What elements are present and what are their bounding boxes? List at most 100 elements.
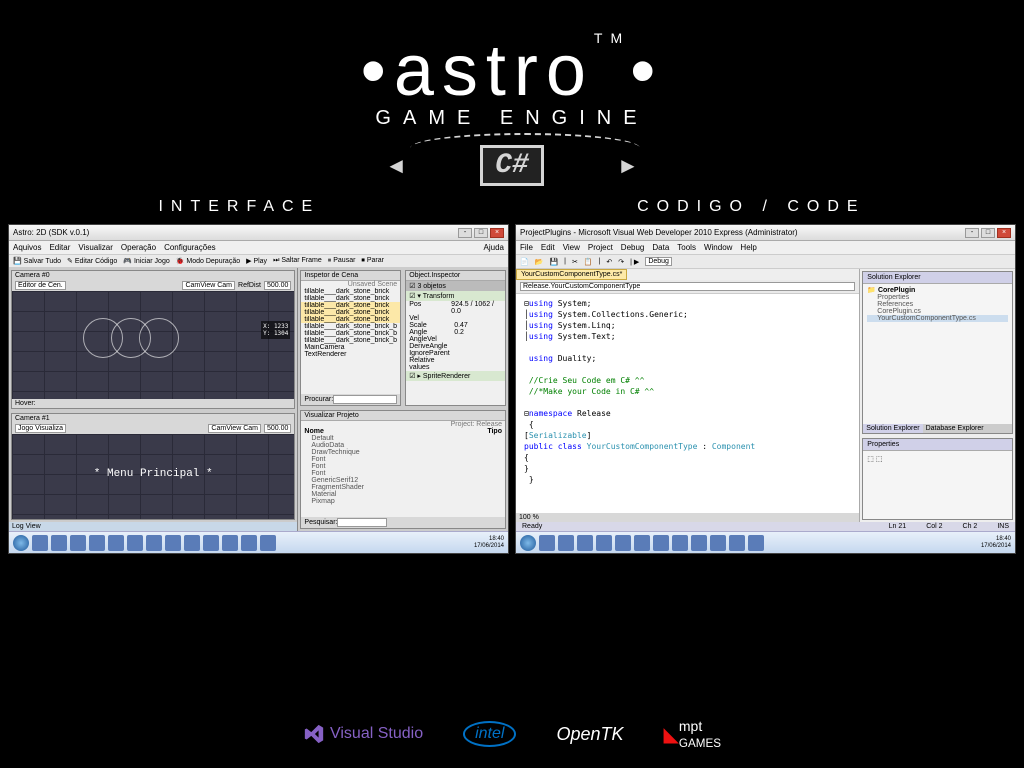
taskbar-clock[interactable]: 18:4017/06/2014 xyxy=(981,536,1011,550)
menu-help[interactable]: Help xyxy=(740,243,756,252)
insp-row[interactable]: Scale0.47 xyxy=(406,322,505,329)
taskbar-app-icon[interactable] xyxy=(51,535,67,551)
menu-edit[interactable]: Edit xyxy=(541,243,555,252)
taskbar-app-icon[interactable] xyxy=(203,535,219,551)
zoom-level[interactable]: 100 % xyxy=(519,514,539,521)
tree-item[interactable]: Material xyxy=(301,491,505,498)
menu-editar[interactable]: Editar xyxy=(49,243,70,252)
taskbar-app-icon[interactable] xyxy=(222,535,238,551)
tree-item[interactable]: DrawTechnique xyxy=(301,449,505,456)
tree-item[interactable]: Pixmap xyxy=(301,498,505,505)
taskbar-app-icon[interactable] xyxy=(558,535,574,551)
taskbar-app-icon[interactable] xyxy=(108,535,124,551)
menu-debug[interactable]: Debug xyxy=(621,243,645,252)
taskbar-app-icon[interactable] xyxy=(89,535,105,551)
insp-row[interactable]: Vel xyxy=(406,315,505,322)
maximize-button[interactable]: □ xyxy=(474,228,488,238)
scene-item[interactable]: TextRenderer xyxy=(301,351,400,358)
menu-tools[interactable]: Tools xyxy=(677,243,696,252)
close-button[interactable]: × xyxy=(997,228,1011,238)
tree-item[interactable]: Font xyxy=(301,463,505,470)
project-tree[interactable]: Default AudioData DrawTechnique Font Fon… xyxy=(301,435,505,517)
taskbar-app-icon[interactable] xyxy=(748,535,764,551)
menu-project[interactable]: Project xyxy=(588,243,613,252)
insp-row[interactable]: AngleVel xyxy=(406,336,505,343)
minimize-button[interactable]: - xyxy=(965,228,979,238)
taskbar-app-icon[interactable] xyxy=(165,535,181,551)
scene-item[interactable]: tillable___dark_stone_brick xyxy=(301,309,400,316)
tree-item[interactable]: Font xyxy=(301,456,505,463)
taskbar-app-icon[interactable] xyxy=(710,535,726,551)
scene-item[interactable]: tillable___dark_stone_brick xyxy=(301,316,400,323)
tree-item[interactable]: Default xyxy=(301,435,505,442)
sprite-section[interactable]: ☑ ▸ SpriteRenderer xyxy=(406,371,505,381)
tree-item[interactable]: FragmentShader xyxy=(301,484,505,491)
taskbar-app-icon[interactable] xyxy=(127,535,143,551)
cam1-jogo-dd[interactable]: Jogo Visualiza xyxy=(15,424,66,433)
tb-pause[interactable]: ⏸ Pausar xyxy=(328,257,356,265)
tb-cut-icon[interactable]: ✂ xyxy=(572,258,578,266)
taskbar-app-icon[interactable] xyxy=(241,535,257,551)
sol-root[interactable]: 📁 CorePlugin xyxy=(867,286,1008,294)
astro-taskbar[interactable]: 18:4017/06/2014 xyxy=(9,531,508,553)
transform-section[interactable]: ☑ ▾ Transform xyxy=(406,291,505,301)
menu-file[interactable]: File xyxy=(520,243,533,252)
scene-item[interactable]: tillable___dark_stone_brick xyxy=(301,288,400,295)
config-dropdown[interactable]: Debug xyxy=(645,257,672,266)
menu-visualizar[interactable]: Visualizar xyxy=(78,243,113,252)
tb-redo-icon[interactable]: ↷ xyxy=(618,258,624,266)
tb-editar-codigo[interactable]: ✎ Editar Código xyxy=(67,257,117,265)
project-search-input[interactable] xyxy=(337,518,387,527)
tb-iniciar[interactable]: 🎮 Iniciar Jogo xyxy=(123,257,169,265)
vs-taskbar[interactable]: 18:4017/06/2014 xyxy=(516,531,1015,553)
start-button[interactable] xyxy=(13,535,29,551)
sol-item[interactable]: CorePlugin.cs xyxy=(867,308,1008,315)
type-dropdown[interactable]: Release.YourCustomComponentType xyxy=(520,282,855,291)
taskbar-app-icon[interactable] xyxy=(653,535,669,551)
taskbar-app-icon[interactable] xyxy=(691,535,707,551)
logview-tab[interactable]: Log View xyxy=(12,523,41,530)
insp-row[interactable]: Pos924.5 / 1062 / 0.0 xyxy=(406,301,505,315)
insp-row[interactable]: IgnoreParent xyxy=(406,350,505,357)
menu-data[interactable]: Data xyxy=(652,243,669,252)
tb-copy-icon[interactable]: 📋 xyxy=(584,258,593,266)
sol-item[interactable]: References xyxy=(867,301,1008,308)
cam1-viewport[interactable]: * Menu Principal * xyxy=(12,434,294,519)
taskbar-app-icon[interactable] xyxy=(184,535,200,551)
cam0-editor-dd[interactable]: Editor de Cen. xyxy=(15,281,66,290)
scene-item[interactable]: tillable___dark_stone_brick_b xyxy=(301,323,400,330)
taskbar-app-icon[interactable] xyxy=(672,535,688,551)
scene-list[interactable]: tillable___dark_stone_brick tillable___d… xyxy=(301,288,400,394)
insp-row[interactable]: Relative values xyxy=(406,357,505,371)
cam1-refdist-val[interactable]: 500.00 xyxy=(264,424,291,433)
taskbar-app-icon[interactable] xyxy=(539,535,555,551)
close-button[interactable]: × xyxy=(490,228,504,238)
tree-item[interactable]: Font xyxy=(301,470,505,477)
taskbar-app-icon[interactable] xyxy=(577,535,593,551)
astro-titlebar[interactable]: Astro: 2D (SDK v.0.1) - □ × xyxy=(9,225,508,241)
menu-operacao[interactable]: Operação xyxy=(121,243,156,252)
start-button[interactable] xyxy=(520,535,536,551)
tab-solution[interactable]: Solution Explorer xyxy=(863,424,922,433)
maximize-button[interactable]: □ xyxy=(981,228,995,238)
insp-row[interactable]: Angle0.2 xyxy=(406,329,505,336)
menu-config[interactable]: Configurações xyxy=(164,243,216,252)
vs-titlebar[interactable]: ProjectPlugins - Microsoft Visual Web De… xyxy=(516,225,1015,241)
tb-play[interactable]: ▶ Play xyxy=(246,257,267,265)
tb-new-icon[interactable]: 📄 xyxy=(520,258,529,266)
cam0-view-dd[interactable]: CamView Cam xyxy=(182,281,235,290)
tb-save-icon[interactable]: 💾 xyxy=(549,258,558,266)
taskbar-app-icon[interactable] xyxy=(596,535,612,551)
cam0-viewport[interactable]: X: 1233 Y: 1304 xyxy=(12,291,294,399)
menu-view[interactable]: View xyxy=(563,243,580,252)
sol-item[interactable]: YourCustomComponentType.cs xyxy=(867,315,1008,322)
taskbar-app-icon[interactable] xyxy=(260,535,276,551)
insp-row[interactable]: DeriveAngle xyxy=(406,343,505,350)
cam1-view-dd[interactable]: CamView Cam xyxy=(208,424,261,433)
scene-item[interactable]: tillable___dark_stone_brick_b xyxy=(301,337,400,344)
cam0-refdist-val[interactable]: 500.00 xyxy=(264,281,291,290)
taskbar-app-icon[interactable] xyxy=(70,535,86,551)
scene-item[interactable]: tillable___dark_stone_brick xyxy=(301,302,400,309)
menu-window[interactable]: Window xyxy=(704,243,732,252)
code-tab[interactable]: YourCustomComponentType.cs* xyxy=(516,269,627,280)
